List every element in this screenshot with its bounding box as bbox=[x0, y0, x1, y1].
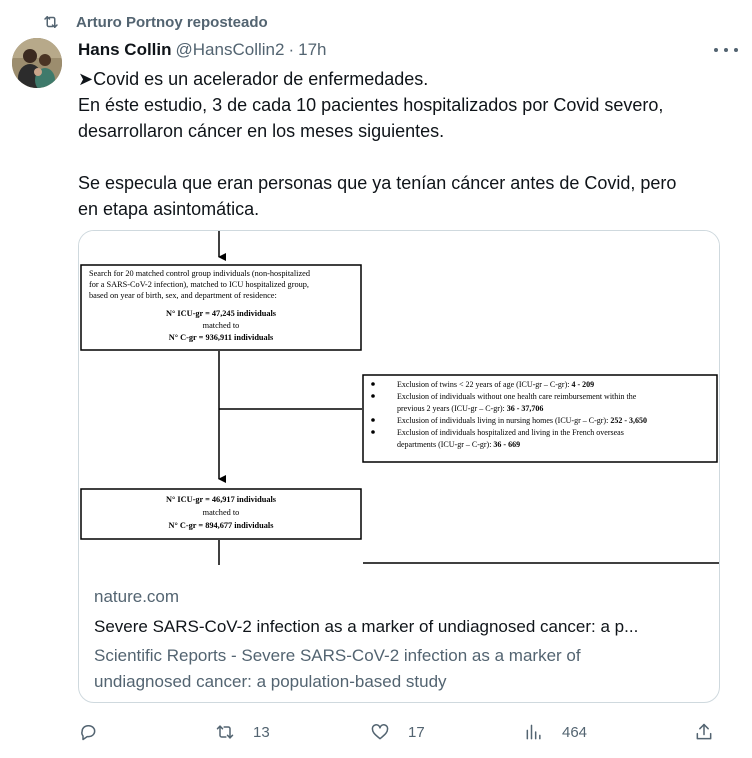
card-description: Scientific Reports - Severe SARS-CoV-2 i… bbox=[94, 643, 704, 695]
like-button[interactable]: 17 bbox=[370, 718, 425, 746]
exclusion-2-cont: previous 2 years (ICU-gr – C-gr): 36 - 3… bbox=[397, 404, 543, 413]
box2-matched: matched to bbox=[203, 508, 240, 517]
repost-indicator[interactable]: Arturo Portnoy reposteado bbox=[42, 11, 268, 33]
box1-line: based on year of birth, sex, and departm… bbox=[89, 291, 277, 300]
link-card[interactable]: Search for 20 matched control group indi… bbox=[78, 230, 720, 703]
card-desc-line: undiagnosed cancer: a population-based s… bbox=[94, 672, 447, 691]
card-image: Search for 20 matched control group indi… bbox=[79, 231, 719, 565]
separator-dot: · bbox=[288, 40, 295, 59]
box1-matched: matched to bbox=[203, 321, 240, 330]
tweet-actions: 13 17 464 bbox=[78, 718, 718, 746]
flowchart-figure: Search for 20 matched control group indi… bbox=[80, 231, 719, 565]
heart-icon bbox=[371, 724, 389, 740]
card-desc-line: Scientific Reports - Severe SARS-CoV-2 i… bbox=[94, 646, 581, 665]
share-icon bbox=[696, 723, 712, 740]
avatar[interactable] bbox=[12, 38, 62, 88]
tweet-header: Hans Collin @HansCollin2 · 17h bbox=[78, 38, 732, 62]
author-name[interactable]: Hans Collin bbox=[78, 40, 172, 60]
like-count: 17 bbox=[408, 723, 425, 741]
repost-text: Arturo Portnoy reposteado bbox=[76, 13, 268, 31]
views-count: 464 bbox=[562, 723, 588, 741]
views-button[interactable]: 464 bbox=[524, 718, 587, 746]
tweet-line: desarrollaron cáncer en los meses siguie… bbox=[78, 121, 445, 141]
retweet-icon bbox=[216, 725, 234, 739]
retweet-count: 13 bbox=[253, 723, 270, 741]
box1-icu: N° ICU-gr = 47,245 individuals bbox=[166, 309, 277, 318]
tweet-line: En éste estudio, 3 de cada 10 pacientes … bbox=[78, 95, 664, 115]
exclusion-4-cont: departments (ICU-gr – C-gr): 36 - 669 bbox=[397, 440, 520, 449]
tweet-time[interactable]: 17h bbox=[298, 40, 326, 60]
more-dot bbox=[734, 48, 738, 52]
card-meta: nature.com Severe SARS-CoV-2 infection a… bbox=[94, 585, 704, 695]
more-options-icon[interactable] bbox=[714, 41, 738, 59]
repost-icon bbox=[44, 16, 58, 28]
box1-cgr: N° C-gr = 936,911 individuals bbox=[169, 333, 274, 342]
exclusion-4: Exclusion of individuals hospitalized an… bbox=[397, 428, 624, 437]
tweet-line: en etapa asintomática. bbox=[78, 199, 260, 219]
card-title: Severe SARS-CoV-2 infection as a marker … bbox=[94, 617, 639, 636]
avatar-image bbox=[12, 38, 62, 88]
tweet-text: ➤Covid es un acelerador de enfermedades.… bbox=[78, 66, 728, 222]
tweet-line: ➤Covid es un acelerador de enfermedades. bbox=[78, 69, 429, 89]
exclusion-1: Exclusion of twins < 22 years of age (IC… bbox=[397, 380, 594, 389]
card-domain: nature.com bbox=[94, 587, 180, 606]
box1-line: for a SARS-CoV-2 infection), matched to … bbox=[89, 280, 309, 289]
box1-line: Search for 20 matched control group indi… bbox=[89, 269, 311, 278]
reply-button[interactable] bbox=[78, 718, 98, 746]
retweet-button[interactable]: 13 bbox=[215, 718, 270, 746]
exclusion-3: Exclusion of individuals living in nursi… bbox=[397, 416, 647, 425]
share-button[interactable] bbox=[694, 718, 714, 746]
box2-icu: N° ICU-gr = 46,917 individuals bbox=[166, 495, 277, 504]
exclusion-2: Exclusion of individuals without one hea… bbox=[397, 392, 637, 401]
more-dot bbox=[714, 48, 718, 52]
tweet-line: Se especula que eran personas que ya ten… bbox=[78, 173, 677, 193]
author-handle[interactable]: @HansCollin2 bbox=[176, 40, 285, 60]
more-dot bbox=[724, 48, 728, 52]
views-icon bbox=[526, 724, 541, 740]
box2-cgr: N° C-gr = 894,677 individuals bbox=[169, 521, 275, 530]
reply-icon bbox=[81, 725, 96, 741]
